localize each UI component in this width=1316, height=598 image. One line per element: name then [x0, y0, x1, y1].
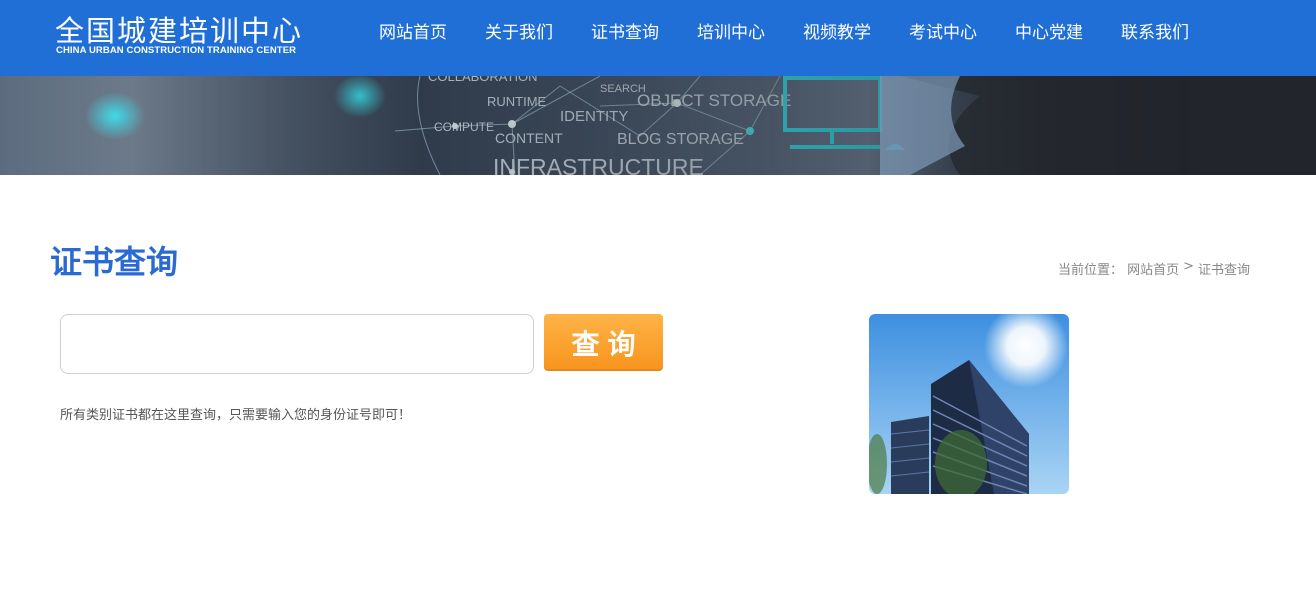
page-title: 证书查询 [50, 243, 179, 281]
nav-item-party[interactable]: 中心党建 [996, 0, 1102, 66]
nav-item-contact[interactable]: 联系我们 [1102, 0, 1208, 66]
banner-network-graphic: COLLABORATION RUNTIME SEARCH OBJECT STOR… [0, 76, 1316, 175]
nav-item-training[interactable]: 培训中心 [678, 0, 784, 66]
breadcrumb-separator: > [1183, 259, 1194, 274]
nav-item-about[interactable]: 关于我们 [466, 0, 572, 66]
nav-item-video[interactable]: 视频教学 [784, 0, 890, 66]
site-header: 全国城建培训中心 CHINA URBAN CONSTRUCTION TRAINI… [0, 0, 1316, 76]
breadcrumb-current: 证书查询 [1197, 263, 1250, 278]
nav-item-certificate-query[interactable]: 证书查询 [572, 0, 678, 66]
nav-item-home[interactable]: 网站首页 [360, 0, 466, 66]
site-logo[interactable]: 全国城建培训中心 CHINA URBAN CONSTRUCTION TRAINI… [55, 8, 315, 64]
query-button[interactable]: 查询 [544, 314, 663, 371]
banner-image: COLLABORATION RUNTIME SEARCH OBJECT STOR… [0, 76, 1316, 175]
breadcrumb-home-link[interactable]: 网站首页 [1127, 259, 1179, 278]
logo-subtitle: CHINA URBAN CONSTRUCTION TRAINING CENTER [56, 45, 297, 56]
breadcrumb-prefix: 当前位置： [1058, 263, 1124, 278]
search-hint: 所有类别证书都在这里查询，只需要输入您的身份证号即可！ [60, 408, 412, 423]
breadcrumb: 当前位置： 网站首页 > 证书查询 [1058, 259, 1250, 278]
main-nav: 网站首页 关于我们 证书查询 培训中心 视频教学 考试中心 中心党建 联系我们 [360, 0, 1208, 76]
building-photo [869, 314, 1069, 494]
id-number-input[interactable] [60, 314, 534, 374]
nav-item-exam[interactable]: 考试中心 [890, 0, 996, 66]
logo-title: 全国城建培训中心 [55, 14, 304, 48]
